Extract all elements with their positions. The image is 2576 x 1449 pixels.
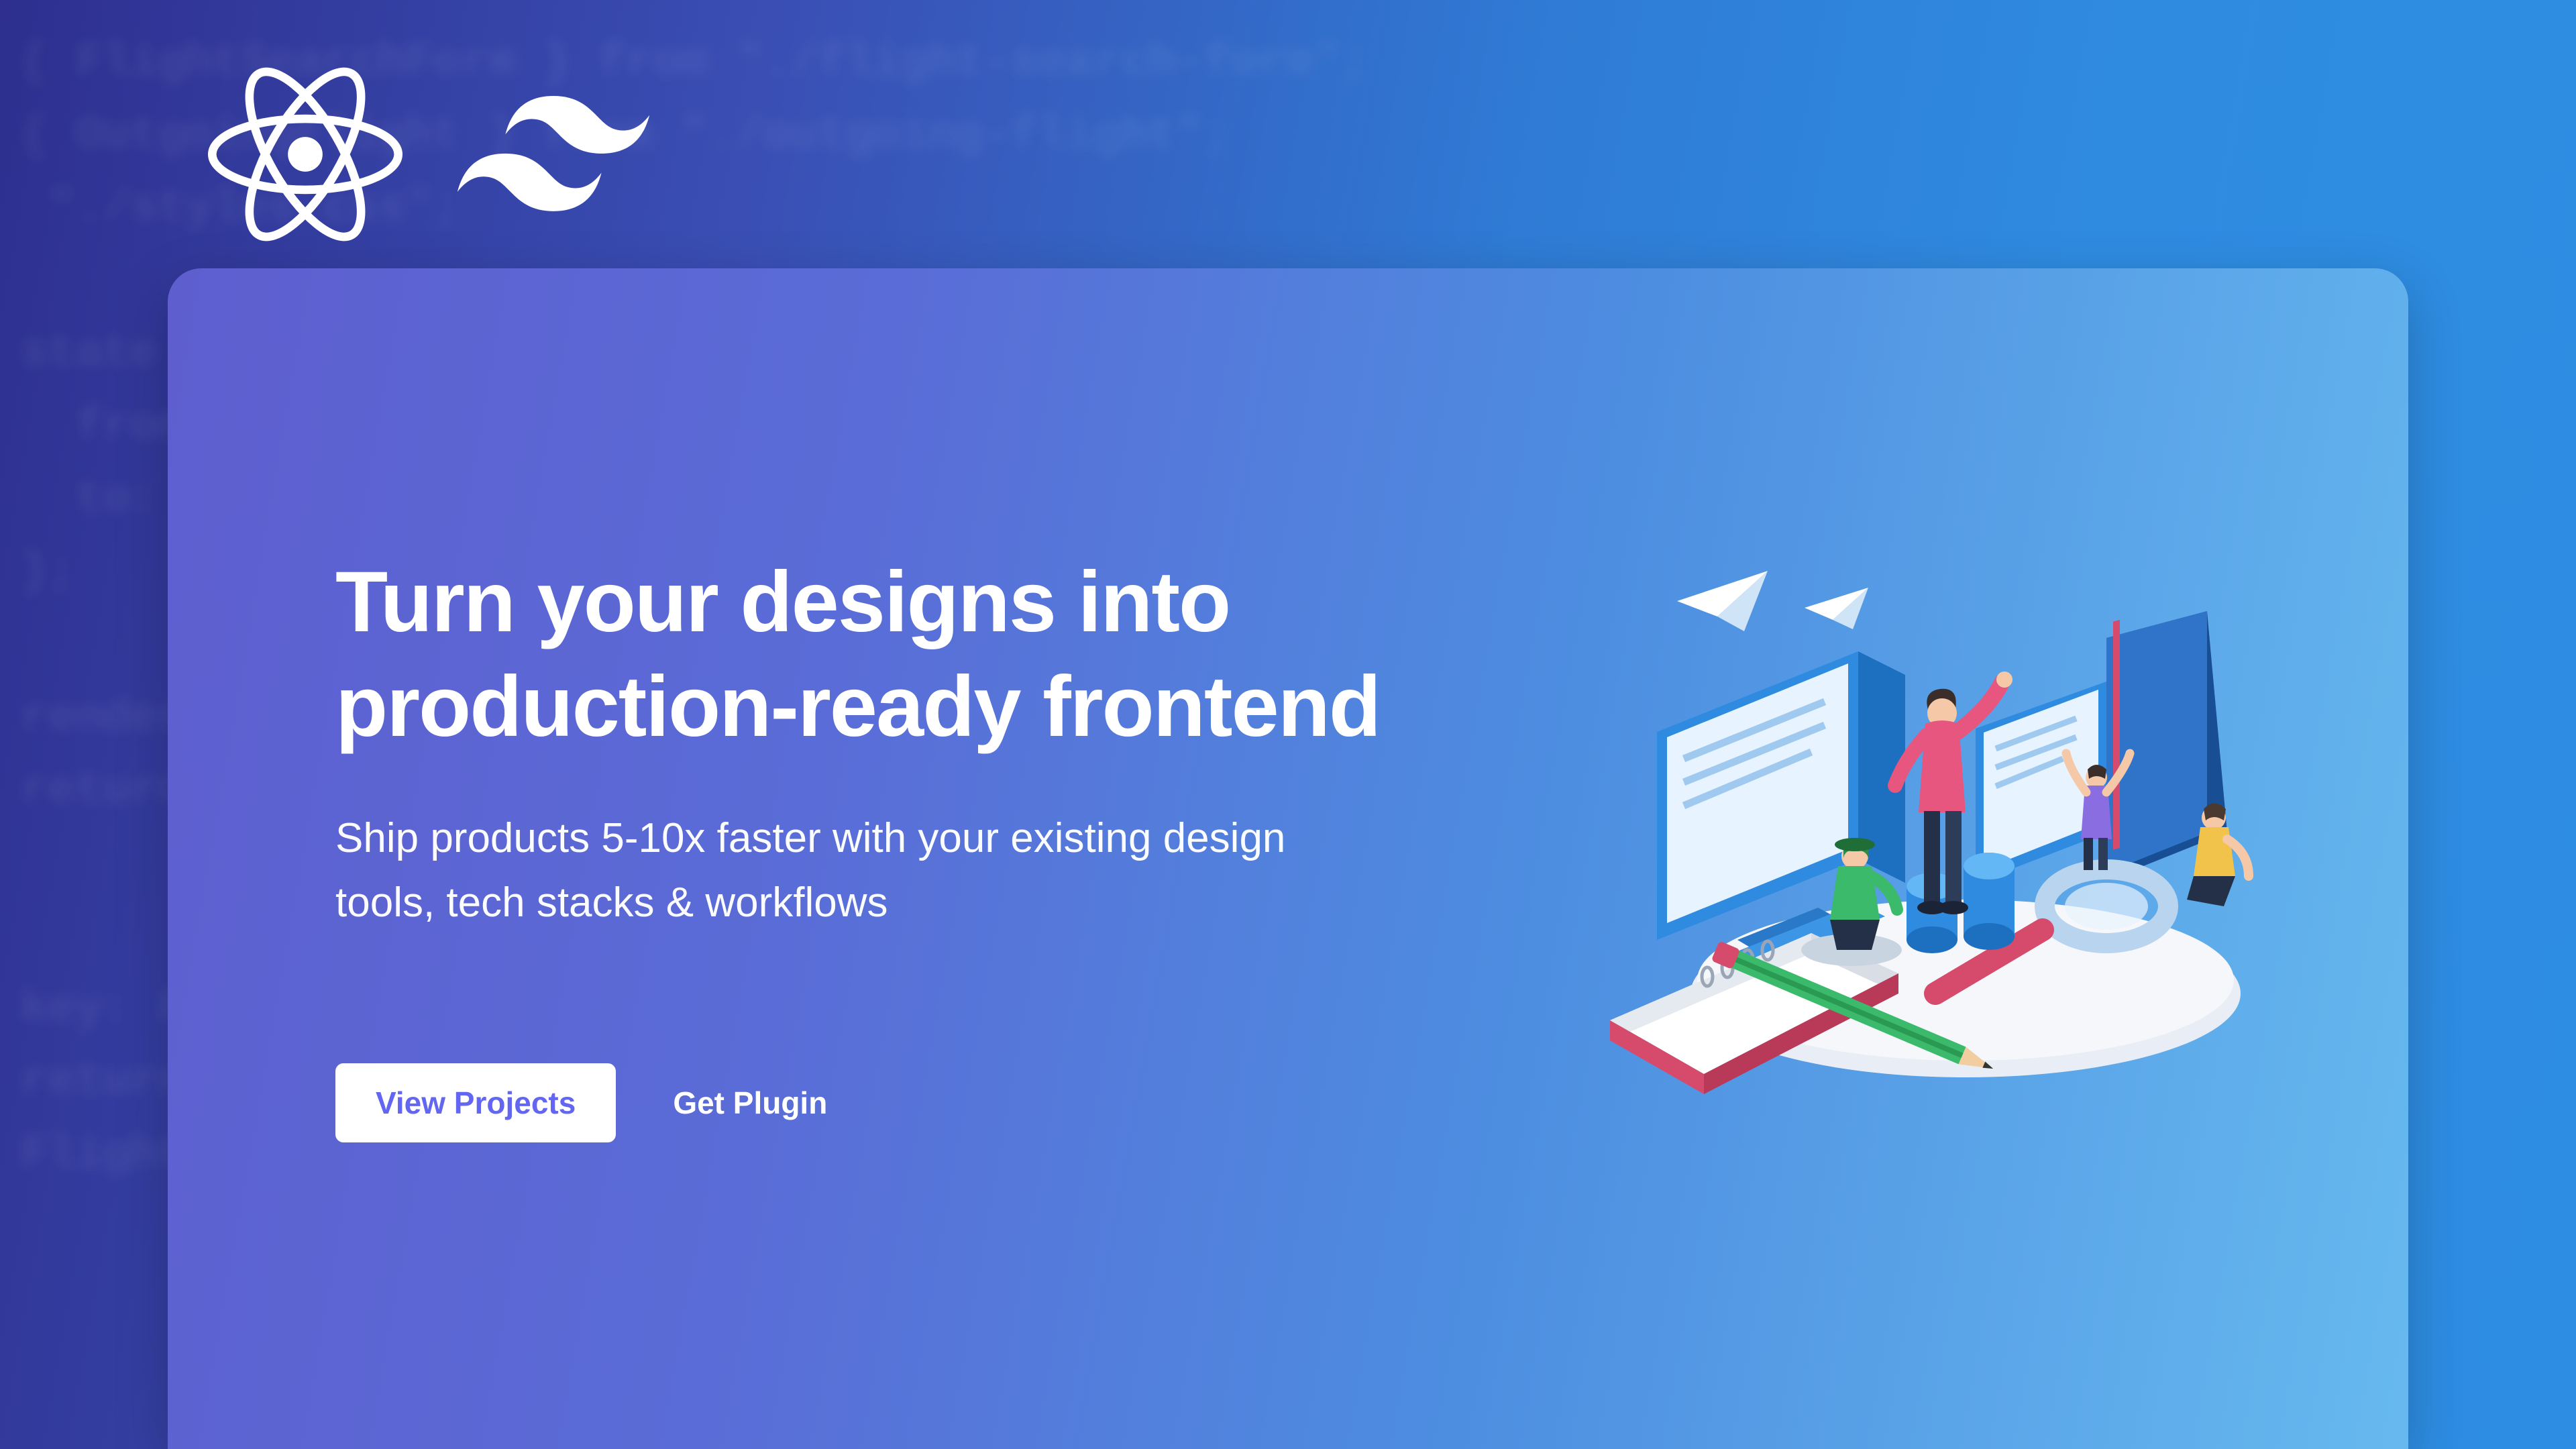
- hero-illustration: [1603, 551, 2288, 1141]
- tailwind-icon: [456, 96, 651, 213]
- get-plugin-button[interactable]: Get Plugin: [673, 1085, 827, 1121]
- hero-card: Turn your designs into production-ready …: [168, 268, 2408, 1449]
- hero-text-column: Turn your designs into production-ready …: [335, 550, 1422, 1142]
- view-projects-button[interactable]: View Projects: [335, 1063, 616, 1142]
- hero-content-row: Turn your designs into production-ready …: [168, 335, 2408, 1142]
- react-icon: [208, 67, 402, 241]
- hero-buttons: View Projects Get Plugin: [335, 1063, 1422, 1142]
- hero-subtitle: Ship products 5-10x faster with your exi…: [335, 806, 1322, 935]
- hero-title: Turn your designs into production-ready …: [335, 550, 1422, 759]
- tech-logos: [208, 67, 651, 241]
